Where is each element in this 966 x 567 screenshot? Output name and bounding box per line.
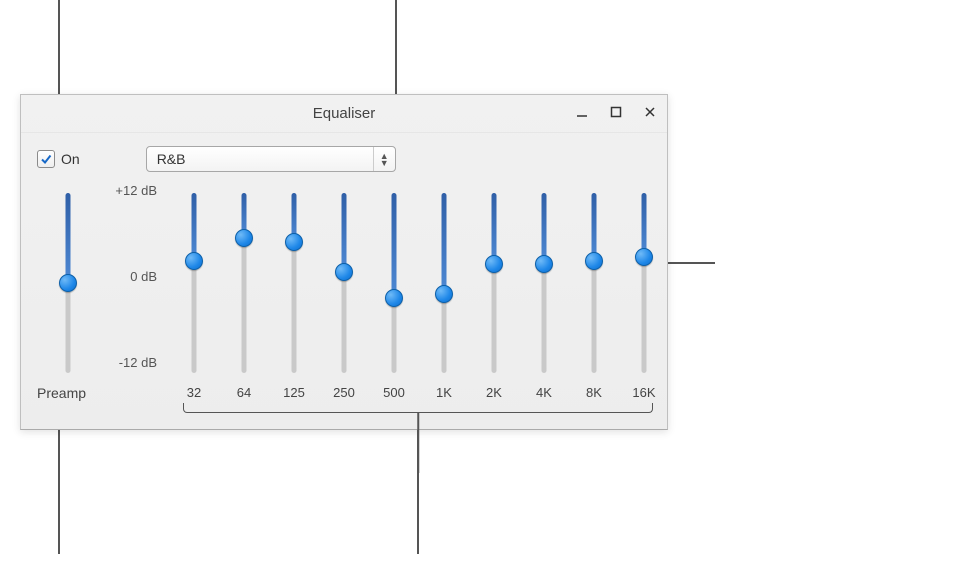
eq-band-label: 32 — [187, 385, 201, 400]
on-checkbox[interactable] — [37, 150, 55, 168]
eq-band-thumb[interactable] — [535, 255, 553, 273]
eq-band-thumb[interactable] — [335, 263, 353, 281]
eq-band-thumb[interactable] — [185, 252, 203, 270]
maximize-button[interactable] — [605, 101, 627, 123]
eq-area: +12 dB 0 dB -12 dB Preamp 32641252505001… — [37, 187, 651, 411]
eq-band-thumb[interactable] — [285, 233, 303, 251]
eq-band-thumb[interactable] — [385, 289, 403, 307]
controls-row: On R&B ▲▼ — [37, 143, 651, 175]
preamp-slider[interactable] — [57, 193, 79, 373]
eq-band-thumb[interactable] — [435, 285, 453, 303]
eq-band-64[interactable]: 64 — [233, 193, 255, 373]
eq-band-4K[interactable]: 4K — [533, 193, 555, 373]
bands-brace — [183, 403, 653, 417]
eq-band-125[interactable]: 125 — [283, 193, 305, 373]
eq-band-8K[interactable]: 8K — [583, 193, 605, 373]
eq-band-16K[interactable]: 16K — [633, 193, 655, 373]
window-controls — [571, 101, 661, 123]
eq-band-500[interactable]: 500 — [383, 193, 405, 373]
eq-band-250[interactable]: 250 — [333, 193, 355, 373]
db-max-label: +12 dB — [115, 183, 157, 198]
callout-line-bands — [417, 430, 419, 554]
eq-band-label: 16K — [632, 385, 655, 400]
eq-band-thumb[interactable] — [585, 252, 603, 270]
close-button[interactable] — [639, 101, 661, 123]
eq-band-2K[interactable]: 2K — [483, 193, 505, 373]
minimize-button[interactable] — [571, 101, 593, 123]
db-scale-labels: +12 dB 0 dB -12 dB — [93, 187, 157, 375]
eq-band-label: 8K — [586, 385, 602, 400]
db-min-label: -12 dB — [119, 355, 157, 370]
eq-band-thumb[interactable] — [635, 248, 653, 266]
eq-band-label: 4K — [536, 385, 552, 400]
eq-band-label: 125 — [283, 385, 305, 400]
eq-band-thumb[interactable] — [485, 255, 503, 273]
on-label: On — [61, 151, 80, 167]
on-toggle[interactable]: On — [37, 150, 80, 168]
eq-band-thumb[interactable] — [235, 229, 253, 247]
eq-band-label: 250 — [333, 385, 355, 400]
titlebar: Equaliser — [21, 95, 667, 133]
eq-band-1K[interactable]: 1K — [433, 193, 455, 373]
select-stepper-icon: ▲▼ — [373, 147, 389, 171]
db-mid-label: 0 dB — [130, 269, 157, 284]
eq-band-label: 64 — [237, 385, 251, 400]
checkmark-icon — [40, 153, 52, 165]
eq-band-label: 1K — [436, 385, 452, 400]
preset-selected-label: R&B — [157, 151, 186, 167]
preamp-label: Preamp — [37, 385, 86, 401]
eq-bands: 3264 125 250 500 1K2K4K8K 16K — [183, 193, 655, 373]
eq-band-32[interactable]: 32 — [183, 193, 205, 373]
preamp-thumb[interactable] — [59, 274, 77, 292]
eq-band-label: 500 — [383, 385, 405, 400]
eq-band-label: 2K — [486, 385, 502, 400]
equaliser-window: Equaliser On R&B ▲▼ — [20, 94, 668, 430]
preset-select[interactable]: R&B ▲▼ — [146, 146, 396, 172]
